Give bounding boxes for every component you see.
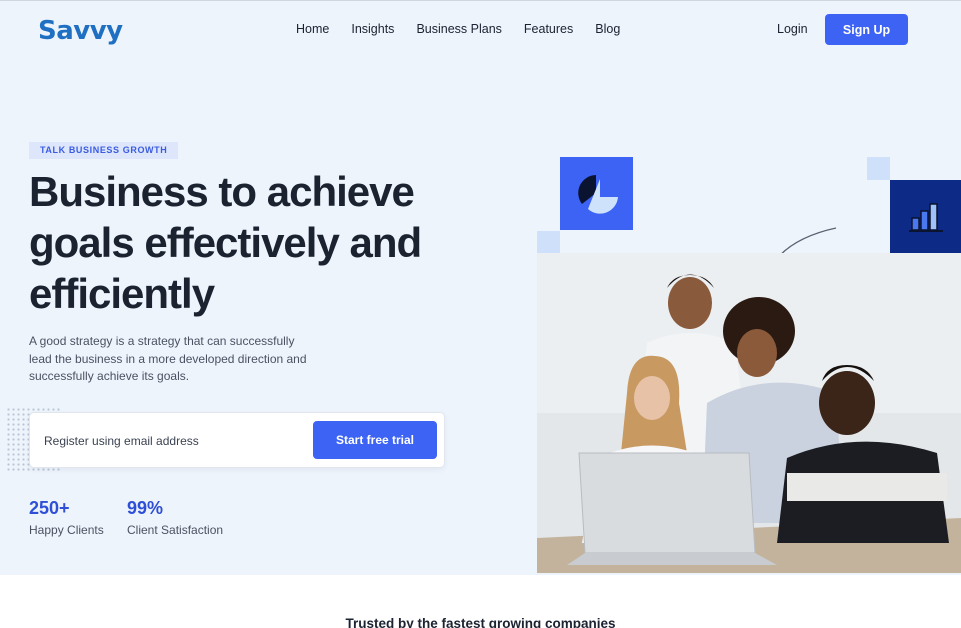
nav-features[interactable]: Features xyxy=(524,22,573,36)
signup-button[interactable]: Sign Up xyxy=(825,14,908,45)
trusted-by-heading: Trusted by the fastest growing companies xyxy=(345,616,616,628)
stat-label-satisfaction: Client Satisfaction xyxy=(127,523,224,537)
nav-insights[interactable]: Insights xyxy=(351,22,394,36)
pie-chart-icon xyxy=(578,175,618,214)
team-illustration xyxy=(537,253,961,573)
start-trial-button[interactable]: Start free trial xyxy=(313,421,437,459)
hero-tag: TALK BUSINESS GROWTH xyxy=(29,142,179,159)
headline-line: goals effectively and xyxy=(29,219,422,266)
login-link[interactable]: Login xyxy=(777,22,808,36)
email-field[interactable] xyxy=(44,431,304,451)
nav-blog[interactable]: Blog xyxy=(595,22,620,36)
team-photo xyxy=(537,253,961,573)
hero-description: A good strategy is a strategy that can s… xyxy=(29,334,307,383)
nav-business-plans[interactable]: Business Plans xyxy=(416,22,501,36)
decor-square xyxy=(537,231,560,253)
stat-label-clients: Happy Clients xyxy=(29,523,104,537)
bar-chart-tile xyxy=(890,180,961,253)
decor-square xyxy=(867,157,890,180)
main-nav: Home Insights Business Plans Features Bl… xyxy=(296,22,642,36)
stat-value-satisfaction: 99% xyxy=(127,498,164,518)
nav-home[interactable]: Home xyxy=(296,22,329,36)
bar-chart-icon xyxy=(909,203,943,232)
logo[interactable]: Savvy xyxy=(38,16,123,46)
signup-form: Start free trial xyxy=(29,412,445,468)
headline-line: Business to achieve xyxy=(29,168,415,215)
hero-headline: Business to achieve goals effectively an… xyxy=(29,166,469,319)
pie-chart-tile xyxy=(560,157,633,230)
headline-line: efficiently xyxy=(29,270,215,317)
stat-value-clients: 250+ xyxy=(29,498,70,518)
